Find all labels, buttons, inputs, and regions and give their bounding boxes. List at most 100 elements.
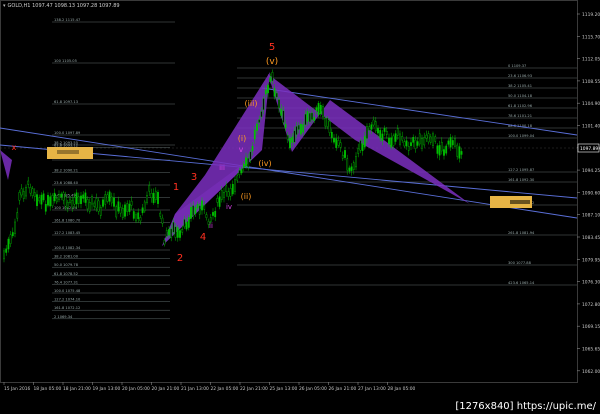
candle-body xyxy=(117,201,120,212)
candle-body xyxy=(458,146,461,159)
candle-body xyxy=(291,136,294,143)
candle-body xyxy=(40,194,43,205)
candle-body xyxy=(432,133,434,146)
candle-body xyxy=(278,99,280,109)
price-axis-label: 1119.20 xyxy=(582,12,600,18)
time-axis-label: 25 Jan 13:00 xyxy=(270,386,298,392)
candle-body xyxy=(264,89,267,95)
fib-label: 61.8 1102.96 xyxy=(508,104,533,108)
time-axis-label: 27 Jan 13:00 xyxy=(358,386,386,392)
candle-body xyxy=(64,196,67,207)
candle-body xyxy=(368,126,371,131)
price-axis-label: 1069.15 xyxy=(582,324,600,330)
candle-body xyxy=(47,194,49,206)
fib-label: 50.0 1079.78 xyxy=(54,263,79,267)
candle-body xyxy=(179,230,181,238)
candle-body xyxy=(322,106,324,117)
candle-body xyxy=(214,211,217,218)
fib-label: 38.2 1081.00 xyxy=(54,255,79,259)
fib-label: 127.2 1074.10 xyxy=(54,298,81,302)
candle-body xyxy=(176,227,179,238)
candle-body xyxy=(3,250,5,260)
candle-body xyxy=(55,198,58,203)
candle-body xyxy=(403,141,406,147)
price-chart[interactable]: 1119.20 1115.70 1112.05 1108.55 1104.90 1101.… xyxy=(0,0,600,414)
candle-body xyxy=(401,136,404,141)
chart-menu-arrow-icon[interactable]: ▾ xyxy=(3,3,6,9)
candle-body xyxy=(370,124,373,130)
candle-body xyxy=(304,113,307,125)
candle-body xyxy=(49,196,52,207)
candle-body xyxy=(308,112,311,122)
candle-body xyxy=(357,148,360,154)
candle-body xyxy=(148,185,151,192)
wave-label-4: 4 xyxy=(200,232,206,243)
fib-label: 423.6 1065.14 xyxy=(508,281,535,285)
candle-body xyxy=(121,208,124,218)
candle-body xyxy=(97,200,100,212)
candle-body xyxy=(113,197,115,207)
target-zone-box-right-inner xyxy=(510,200,530,204)
candle-body xyxy=(366,126,368,139)
fib-label: 38.2 1090.21 xyxy=(54,169,78,173)
time-axis-label: 28 Jan 05:00 xyxy=(388,386,416,392)
fib-label: 0 1109.37 xyxy=(508,64,526,68)
candle-body xyxy=(58,194,60,200)
candle-body xyxy=(315,107,318,111)
candle-body xyxy=(27,180,30,185)
candle-body xyxy=(456,144,459,157)
candle-body xyxy=(396,128,399,136)
candle-body xyxy=(361,143,364,151)
candle-body xyxy=(425,134,428,139)
candle-body xyxy=(5,248,8,253)
candle-body xyxy=(31,188,34,197)
candle-body xyxy=(128,203,131,212)
candle-body xyxy=(216,198,219,203)
fib-label: 100.0 1097.89 xyxy=(54,131,81,135)
fib-label: 23.6 1088.40 xyxy=(54,181,79,185)
candle-body xyxy=(209,217,212,222)
time-axis-label: 26 Jan 21:00 xyxy=(329,386,357,392)
time-axis-label: 20 Jan 05:00 xyxy=(122,386,150,392)
candle-body xyxy=(190,207,192,219)
candle-body xyxy=(119,206,122,214)
price-axis-label: 1065.65 xyxy=(582,347,600,353)
candle-body xyxy=(110,196,113,204)
candle-body xyxy=(311,112,313,120)
candle-body xyxy=(385,131,388,135)
harmonic-pattern-edge xyxy=(0,150,12,180)
candle-body xyxy=(381,133,384,141)
candle-body xyxy=(185,222,188,230)
candle-body xyxy=(135,214,137,222)
wave-label-v-paren: (v) xyxy=(266,57,278,67)
candle-body xyxy=(53,192,56,202)
candle-body xyxy=(77,196,80,204)
fib-label: 261.8 1081.94 xyxy=(508,231,535,235)
candle-body xyxy=(172,222,175,233)
candle-body xyxy=(344,150,346,158)
candle-body xyxy=(102,199,104,207)
candle-body xyxy=(108,191,111,202)
candle-body xyxy=(181,229,184,233)
candle-body xyxy=(80,195,82,205)
candle-body xyxy=(405,140,408,147)
candle-body xyxy=(198,205,201,215)
candle-body xyxy=(205,214,208,218)
candle-body xyxy=(447,140,450,145)
price-axis-label: 1076.30 xyxy=(582,280,600,286)
candle-body xyxy=(223,192,225,198)
candle-body xyxy=(152,192,155,204)
price-axis-label: 1090.60 xyxy=(582,190,600,196)
chart-title-bar: ▾ GOLD,H1 1097.47 1098.13 1097.28 1097.89 xyxy=(3,3,120,9)
candle-body xyxy=(249,151,252,160)
candle-body xyxy=(7,238,10,250)
candle-body xyxy=(95,198,98,209)
candle-body xyxy=(436,145,439,154)
candle-body xyxy=(434,136,437,142)
candle-body xyxy=(407,146,410,151)
candle-body xyxy=(82,194,85,199)
candle-body xyxy=(275,92,278,98)
candle-body xyxy=(247,158,250,168)
candle-body xyxy=(225,185,228,192)
candle-body xyxy=(269,77,272,83)
